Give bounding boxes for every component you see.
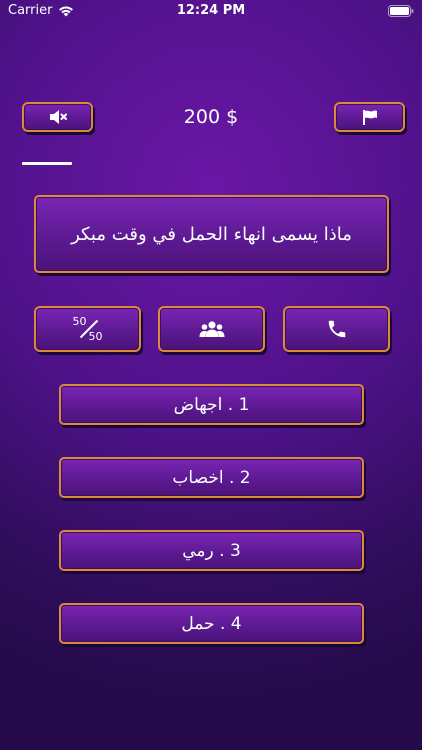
answer-option-2[interactable]: 2 . اخصاب bbox=[59, 457, 364, 498]
answer-label: 1 . اجهاض bbox=[173, 394, 250, 415]
battery-icon bbox=[388, 5, 414, 17]
question-text: ماذا يسمى انهاء الحمل في وقت مبكر bbox=[71, 223, 352, 245]
fifty-fifty-button[interactable]: 50 50 bbox=[34, 306, 141, 352]
answer-label: 2 . اخصاب bbox=[172, 467, 251, 488]
fifty-bottom-label: 50 bbox=[88, 330, 103, 343]
flag-icon bbox=[362, 110, 377, 125]
flag-button[interactable] bbox=[334, 102, 405, 132]
answer-option-1[interactable]: 1 . اجهاض bbox=[59, 384, 364, 425]
fifty-fifty-icon: 50 50 bbox=[73, 315, 103, 343]
progress-indicator bbox=[22, 162, 72, 165]
fifty-top-label: 50 bbox=[72, 315, 87, 328]
status-time: 12:24 PM bbox=[176, 3, 246, 18]
status-bar: Carrier 12:24 PM bbox=[0, 0, 422, 24]
phone-icon bbox=[328, 320, 345, 338]
answer-label: 3 . رمي bbox=[182, 540, 241, 561]
answer-option-3[interactable]: 3 . رمي bbox=[59, 530, 364, 571]
question-box: ماذا يسمى انهاء الحمل في وقت مبكر bbox=[34, 195, 389, 273]
ask-audience-button[interactable] bbox=[158, 306, 265, 352]
answer-label: 4 . حمل bbox=[181, 613, 242, 634]
audience-icon bbox=[199, 321, 224, 337]
phone-friend-button[interactable] bbox=[283, 306, 390, 352]
answer-option-4[interactable]: 4 . حمل bbox=[59, 603, 364, 644]
